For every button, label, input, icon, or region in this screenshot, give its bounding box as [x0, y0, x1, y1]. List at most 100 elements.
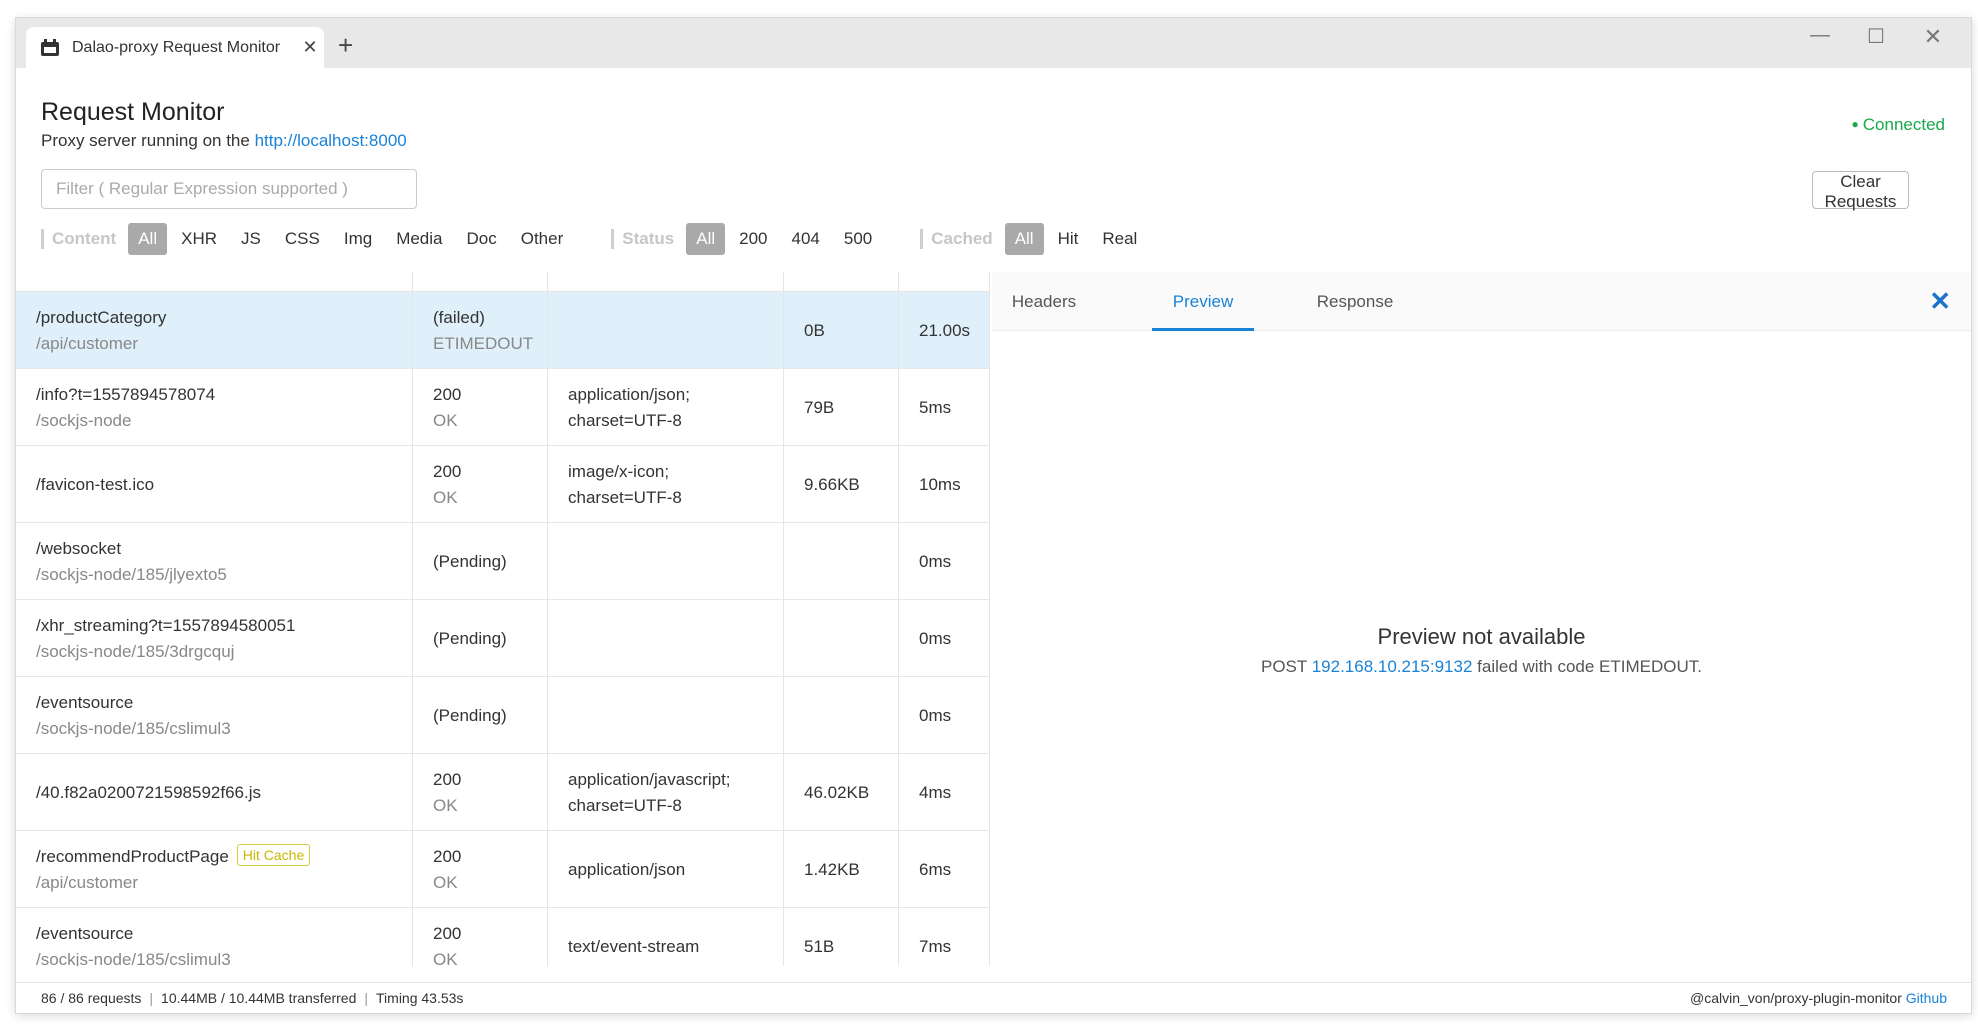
- status-filter-404[interactable]: 404: [782, 223, 830, 255]
- table-row[interactable]: /eventsource/sockjs-node/185/cslimul3 (Pe…: [16, 677, 989, 754]
- clear-requests-button[interactable]: Clear Requests: [1812, 171, 1909, 211]
- request-time: 7ms: [919, 936, 952, 956]
- request-size: 46.02KB: [804, 782, 870, 802]
- request-name-cell: /favicon-test.ico: [16, 446, 413, 523]
- request-count: 86 / 86 requests: [41, 990, 142, 1006]
- table-row[interactable]: /xhr_streaming?t=1557894580051/sockjs-no…: [16, 600, 989, 677]
- request-time: 0ms: [919, 705, 952, 725]
- status-filter-all[interactable]: All: [686, 223, 726, 255]
- status-filter-200[interactable]: 200: [729, 223, 777, 255]
- request-status-text: OK: [433, 949, 458, 967]
- request-type-cell: [548, 292, 784, 369]
- request-name-text: /recommendProductPage: [36, 846, 229, 866]
- content-filter-label: Content: [41, 229, 116, 249]
- minimize-icon[interactable]: —: [1800, 24, 1840, 47]
- content-filter-js[interactable]: JS: [231, 223, 271, 255]
- content-filter-doc[interactable]: Doc: [457, 223, 507, 255]
- request-size: 51B: [804, 936, 835, 956]
- request-status-text: OK: [433, 795, 458, 815]
- table-row[interactable]: /recommendProductPage Hit Cache/api/custo…: [16, 831, 989, 908]
- request-time: 6ms: [919, 859, 952, 879]
- request-type-cell: application/json; charset=UTF-8: [548, 369, 784, 446]
- request-size-cell: [784, 523, 899, 600]
- browser-tab[interactable]: Dalao-proxy Request Monitor ✕: [26, 27, 324, 68]
- connection-label: Connected: [1862, 115, 1945, 134]
- preview-suffix: failed with code ETIMEDOUT.: [1472, 657, 1702, 676]
- filter-input[interactable]: [41, 169, 417, 209]
- content-filter-all[interactable]: All: [128, 223, 168, 255]
- request-name: /info?t=1557894578074: [36, 384, 216, 404]
- table-row[interactable]: /info?t=1557894578074/sockjs-node 200 OK ap…: [16, 369, 989, 446]
- request-name-cell: /info?t=1557894578074/sockjs-node: [16, 369, 413, 446]
- preview-title: Preview not available: [1377, 624, 1586, 649]
- request-type: application/json: [568, 859, 686, 879]
- request-name: /xhr_streaming?t=1557894580051: [36, 615, 296, 635]
- request-time-cell: 6ms: [899, 831, 989, 908]
- request-status-cell: 200 OK: [413, 754, 548, 831]
- status-dot-icon: ●: [1851, 117, 1859, 131]
- content-filter-css[interactable]: CSS: [275, 223, 330, 255]
- content-filter-img[interactable]: Img: [334, 223, 382, 255]
- tab-preview[interactable]: Preview: [1152, 272, 1254, 331]
- preview-ip-link[interactable]: 192.168.10.215:9132: [1312, 657, 1473, 676]
- github-link[interactable]: Github: [1906, 990, 1947, 1006]
- cached-filter-hit[interactable]: Hit: [1048, 223, 1089, 255]
- page-title: Request Monitor: [41, 98, 225, 126]
- request-type-cell: text/event-stream: [548, 908, 784, 966]
- request-path: /sockjs-node/185/cslimul3: [36, 718, 231, 738]
- request-status: (failed): [433, 307, 485, 327]
- request-status-cell: (failed) ETIMEDOUT: [413, 292, 548, 369]
- request-name-cell: /websocket/sockjs-node/185/jlyexto5: [16, 523, 413, 600]
- status-filter-500[interactable]: 500: [834, 223, 882, 255]
- filter-bar: Content All XHR JS CSS Img Media Doc Oth…: [41, 221, 1185, 257]
- table-row[interactable]: /api/customerETIMEDOUT: [16, 272, 989, 292]
- request-time-cell: 10ms: [899, 446, 989, 523]
- content-filter-media[interactable]: Media: [386, 223, 452, 255]
- request-name: /eventsource: [36, 923, 134, 943]
- new-tab-icon[interactable]: +: [338, 32, 353, 58]
- request-size-cell: [784, 272, 899, 292]
- tab-close-icon[interactable]: ✕: [296, 37, 324, 58]
- close-window-icon[interactable]: ✕: [1913, 24, 1953, 50]
- credit-text: @calvin_von/proxy-plugin-monitor: [1690, 990, 1906, 1006]
- request-path: /sockjs-node/185/cslimul3: [36, 949, 231, 967]
- cached-filter-all[interactable]: All: [1004, 223, 1044, 255]
- request-status-cell: 200 OK: [413, 369, 548, 446]
- request-time-cell: 21.00s: [899, 292, 989, 369]
- request-time: 0ms: [919, 551, 952, 571]
- table-row[interactable]: /40.f82a0200721598592f66.js 200 OK applicat…: [16, 754, 989, 831]
- table-row[interactable]: /eventsource/sockjs-node/185/cslimul3 200…: [16, 908, 989, 967]
- request-time-cell: 7ms: [899, 908, 989, 966]
- request-size-cell: 79B: [784, 369, 899, 446]
- request-time: 4ms: [919, 782, 952, 802]
- request-time: 10ms: [919, 474, 961, 494]
- request-name-cell: /api/customer: [16, 272, 413, 292]
- table-row[interactable]: /favicon-test.ico 200 OK image/x-icon; char…: [16, 446, 989, 523]
- request-time: 21.00s: [919, 320, 971, 340]
- table-row[interactable]: /websocket/sockjs-node/185/jlyexto5 (Pend…: [16, 523, 989, 600]
- table-row[interactable]: /productCategory/api/customer (failed) ETI…: [16, 292, 989, 369]
- detail-close-icon[interactable]: ✕: [1929, 288, 1951, 314]
- request-status-cell: (Pending): [413, 523, 548, 600]
- request-name: /productCategory: [36, 307, 167, 327]
- request-time-cell: 4ms: [899, 754, 989, 831]
- content-filter-xhr[interactable]: XHR: [171, 223, 227, 255]
- request-list[interactable]: /api/customerETIMEDOUT/productCategory/a…: [16, 272, 990, 966]
- tab-response[interactable]: Response: [1292, 272, 1418, 331]
- request-name-cell: /eventsource/sockjs-node/185/cslimul3: [16, 908, 413, 966]
- request-status-cell: ETIMEDOUT: [413, 272, 548, 292]
- request-time: 5ms: [919, 397, 952, 417]
- status-filter-label: Status: [611, 229, 674, 249]
- cached-filter-real[interactable]: Real: [1092, 223, 1147, 255]
- request-size-cell: 1.42KB: [784, 831, 899, 908]
- cached-filter-label: Cached: [920, 229, 993, 249]
- request-size-cell: [784, 677, 899, 754]
- server-url-link[interactable]: http://localhost:8000: [255, 131, 407, 150]
- request-type: application/json; charset=UTF-8: [568, 384, 690, 430]
- content-filter-other[interactable]: Other: [511, 223, 574, 255]
- maximize-icon[interactable]: ☐: [1856, 24, 1896, 49]
- tab-headers[interactable]: Headers: [992, 272, 1096, 331]
- page-subtitle: Proxy server running on the http://local…: [41, 131, 407, 151]
- subtitle-text: Proxy server running on the: [41, 131, 255, 150]
- request-type-cell: application/javascript; charset=UTF-8: [548, 754, 784, 831]
